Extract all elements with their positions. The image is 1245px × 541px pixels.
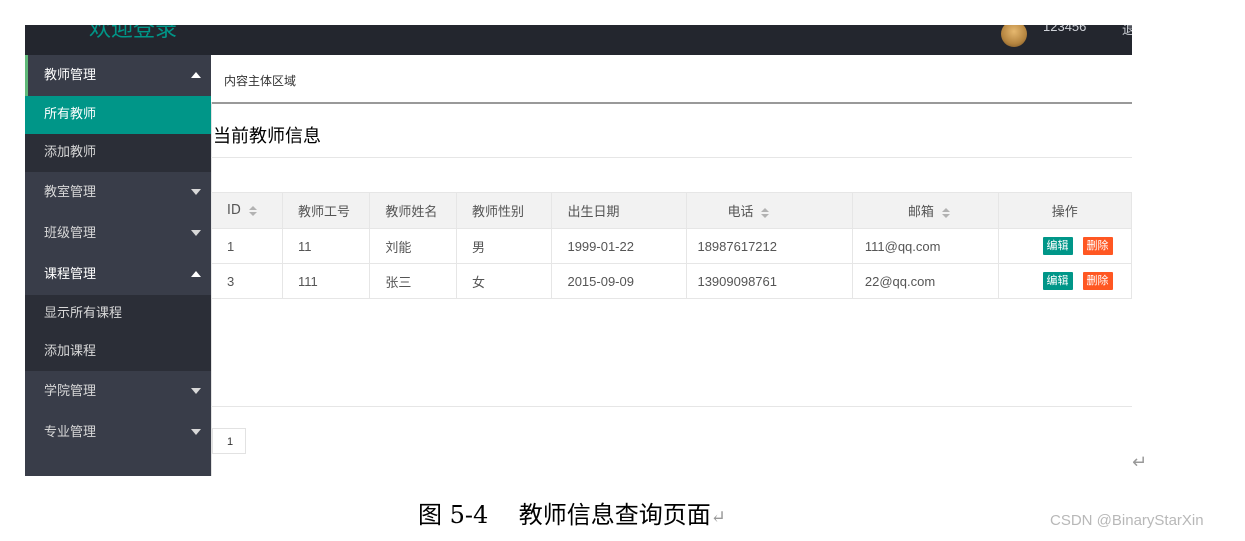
sidebar-item-label: 教室管理 <box>44 185 97 200</box>
sidebar-item-label: 专业管理 <box>44 425 97 440</box>
sidebar-item-classroom-management[interactable]: 教室管理 <box>25 172 211 213</box>
sidebar-item-label: 教师管理 <box>44 68 97 83</box>
cell-actions: 编辑 删除 <box>997 263 1132 299</box>
chevron-down-icon <box>191 230 201 236</box>
top-bar: 欢迎登录 123456 退 <box>25 25 1132 55</box>
return-mark: ↵ <box>1132 452 1148 473</box>
sidebar-item-all-courses[interactable]: 显示所有课程 <box>25 295 211 333</box>
column-header-label: 出生日期 <box>567 205 620 220</box>
logout-link[interactable]: 退 <box>1122 25 1132 38</box>
column-header-label: ID <box>227 203 241 218</box>
cell-gender: 男 <box>455 228 553 264</box>
sidebar-item-add-course[interactable]: 添加课程 <box>25 333 211 371</box>
sidebar-item-college-management[interactable]: 学院管理 <box>25 371 211 412</box>
chevron-down-icon <box>191 189 201 195</box>
column-header-birth-date: 出生日期 <box>551 192 688 229</box>
column-header-teacher-no: 教师工号 <box>281 192 371 229</box>
sort-icon[interactable] <box>941 207 950 218</box>
column-header-teacher-name: 教师姓名 <box>369 192 457 229</box>
table-header-row: ID 教师工号 教师姓名 教师性别 出生日期 电话 邮箱 操作 <box>211 192 1132 229</box>
cell-email: 111@qq.com <box>851 228 999 264</box>
cell-gender: 女 <box>455 263 553 299</box>
sidebar-item-label: 学院管理 <box>44 384 97 399</box>
cell-teacher-name: 刘能 <box>369 228 457 264</box>
cell-email: 22@qq.com <box>851 263 999 299</box>
cell-birth-date: 2015-09-09 <box>551 263 688 299</box>
column-header-actions: 操作 <box>997 192 1132 229</box>
column-header-label: 操作 <box>1051 205 1078 220</box>
app-title: 欢迎登录 <box>89 25 178 42</box>
column-header-gender: 教师性别 <box>455 192 553 229</box>
cell-birth-date: 1999-01-22 <box>551 228 688 264</box>
column-header-phone[interactable]: 电话 <box>686 192 853 229</box>
cell-id: 3 <box>211 263 283 299</box>
sidebar-item-add-teacher[interactable]: 添加教师 <box>25 134 211 172</box>
sidebar-item-course-management[interactable]: 课程管理 <box>25 254 211 295</box>
divider <box>211 102 1132 104</box>
main-content: 内容主体区域 当前教师信息 ID 教师工号 教师姓名 教师性别 出生日期 电话 … <box>211 55 1132 476</box>
sort-icon[interactable] <box>761 207 770 218</box>
chevron-down-icon <box>191 388 201 394</box>
sidebar-item-class-management[interactable]: 班级管理 <box>25 213 211 254</box>
sidebar-item-teacher-management[interactable]: 教师管理 <box>25 55 211 96</box>
content-area-title: 内容主体区域 <box>224 74 297 88</box>
cell-id: 1 <box>211 228 283 264</box>
user-avatar[interactable] <box>1001 25 1027 47</box>
caption-text: 图 5-4 教师信息查询页面 <box>418 501 711 529</box>
cell-phone: 13909098761 <box>686 263 853 299</box>
column-header-label: 教师姓名 <box>385 205 438 220</box>
active-indicator <box>25 55 28 96</box>
sidebar: 教师管理 所有教师 添加教师 教室管理 班级管理 课程管理 显示所有课程 添加课… <box>25 55 211 476</box>
cell-teacher-no: 11 <box>281 228 371 264</box>
column-header-label: 教师性别 <box>471 205 524 220</box>
edit-button[interactable]: 编辑 <box>1042 272 1073 290</box>
column-header-label: 教师工号 <box>298 205 351 220</box>
chevron-up-icon <box>191 271 201 277</box>
pagination-page-button[interactable]: 1 <box>212 428 246 454</box>
delete-button[interactable]: 删除 <box>1082 237 1113 255</box>
column-header-label: 电话 <box>727 205 754 220</box>
sidebar-item-major-management[interactable]: 专业管理 <box>25 412 211 453</box>
page-title: 当前教师信息 <box>213 126 321 147</box>
cell-teacher-no: 111 <box>281 263 371 299</box>
cell-teacher-name: 张三 <box>369 263 457 299</box>
teacher-table: ID 教师工号 教师姓名 教师性别 出生日期 电话 邮箱 操作 1 11 刘能 … <box>211 192 1132 299</box>
edit-button[interactable]: 编辑 <box>1042 237 1073 255</box>
table-row: 3 111 张三 女 2015-09-09 13909098761 22@qq.… <box>211 263 1132 299</box>
sidebar-item-all-teachers[interactable]: 所有教师 <box>25 96 211 134</box>
cell-phone: 18987617212 <box>686 228 853 264</box>
app-window: 欢迎登录 123456 退 教师管理 所有教师 添加教师 教室管理 班级管理 课… <box>25 25 1132 476</box>
figure-caption: 图 5-4 教师信息查询页面↵ <box>418 495 726 530</box>
chevron-down-icon <box>191 429 201 435</box>
divider <box>211 157 1132 158</box>
cell-actions: 编辑 删除 <box>997 228 1132 264</box>
watermark: CSDN @BinaryStarXin <box>1050 512 1204 529</box>
column-header-label: 邮箱 <box>907 205 934 220</box>
sidebar-item-label: 班级管理 <box>44 226 97 241</box>
sort-icon[interactable] <box>248 205 257 216</box>
sidebar-item-label: 课程管理 <box>44 267 97 282</box>
column-header-id[interactable]: ID <box>211 192 283 229</box>
chevron-up-icon <box>191 72 201 78</box>
delete-button[interactable]: 删除 <box>1082 272 1113 290</box>
return-mark: ↵ <box>710 507 726 528</box>
divider <box>211 406 1132 407</box>
user-name[interactable]: 123456 <box>1043 25 1086 34</box>
table-row: 1 11 刘能 男 1999-01-22 18987617212 111@qq.… <box>211 228 1132 264</box>
column-header-email[interactable]: 邮箱 <box>851 192 999 229</box>
